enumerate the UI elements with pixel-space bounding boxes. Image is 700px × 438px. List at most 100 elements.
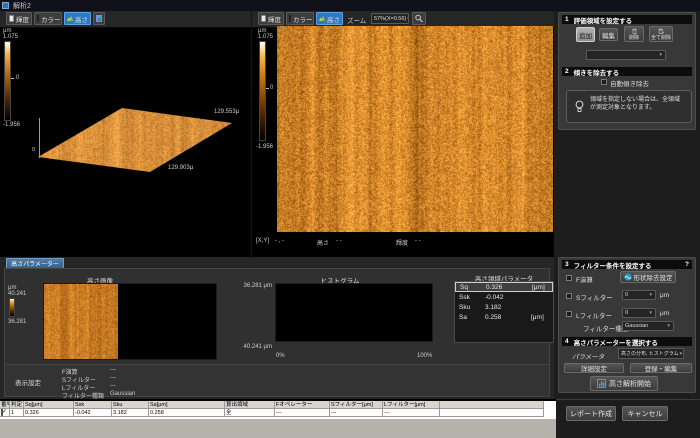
results-header-row: 番号 判定 Sq[μm] Ssk Sku Sa[μm] 算出領域 Fオペレーター… xyxy=(0,401,556,409)
title-bar: 解析2 xyxy=(0,0,700,11)
colorbar2d-mid: 0 xyxy=(270,85,273,91)
step1-header: 1 評価領域を設定する xyxy=(562,15,692,24)
dropdown-caret-icon xyxy=(649,310,653,316)
create-report-button[interactable]: レポート作成 xyxy=(566,406,616,421)
brightness-icon xyxy=(261,15,266,22)
color-icon xyxy=(37,15,39,22)
param-row-sku[interactable]: Sku 3.182 xyxy=(455,302,553,312)
thumb-colorbar-max: 40.241 xyxy=(8,291,26,297)
row-checkbox[interactable] xyxy=(1,409,3,417)
region-edit-button[interactable]: 編集 xyxy=(599,28,618,41)
zoom-select[interactable]: 57%(X=0.56) xyxy=(371,13,409,24)
results-data-row[interactable]: 1 0.326 -0.042 3.182 0.258 全 --- --- --- xyxy=(0,409,556,417)
f-calc-checkbox[interactable] xyxy=(566,275,572,281)
height-mode-button[interactable]: 高さ xyxy=(64,12,91,25)
step3-header: 3 フィルター条件を設定する ? xyxy=(562,260,692,269)
colorbar2d-mid-tick xyxy=(266,88,269,89)
ds-row-s: Sフィルター --- xyxy=(62,375,135,383)
detail-settings-button[interactable]: 詳細設定 xyxy=(564,363,624,373)
color-mode-button-2d[interactable]: カラー xyxy=(286,12,314,25)
dropdown-caret-icon xyxy=(406,16,409,22)
xy-value: - , - xyxy=(275,238,284,244)
height-image-canvas xyxy=(43,283,217,360)
param-label: パラメータ xyxy=(572,351,604,361)
height-mode-button-2d[interactable]: 高さ xyxy=(316,12,343,25)
help-button[interactable]: ? xyxy=(685,261,689,268)
param-row-sq[interactable]: Sq 0.326 [μm] xyxy=(455,282,553,292)
status-brightness-value: - - xyxy=(415,238,421,244)
ds-row-l: Lフィルター --- xyxy=(62,383,135,391)
param-row-sa[interactable]: Sa 0.258 [μm] xyxy=(455,312,553,322)
hint-text: 領域を指定しない場合は、全領域が測定対象となります。 xyxy=(590,96,685,112)
region-select[interactable] xyxy=(586,50,666,60)
colorbar2d-max: 1.075 xyxy=(258,34,273,40)
hint-box: 領域を指定しない場合は、全領域が測定対象となります。 xyxy=(566,90,692,123)
s-filter-checkbox[interactable] xyxy=(566,293,572,299)
param-select[interactable]: 高さの分布, ヒストグラム xyxy=(618,348,684,359)
dropdown-caret-icon xyxy=(679,351,683,357)
step4-header: 4 高さパラメーターを選択する xyxy=(562,337,692,346)
l-filter-select[interactable]: 0 xyxy=(622,308,656,318)
histogram-plot xyxy=(275,283,433,342)
l-filter-unit: μm xyxy=(660,310,669,317)
colorbar2d-min: -1.956 xyxy=(256,144,273,150)
display-settings-box: 表示設定 F演算 --- Sフィルター --- Lフィルター --- フィルター… xyxy=(5,364,549,396)
magnifier-button[interactable] xyxy=(412,12,426,25)
region-delete-button[interactable]: 削除 xyxy=(624,26,644,42)
axis-depth-label: 129.553μ xyxy=(214,109,239,115)
colorbar3d-mid-tick xyxy=(11,78,14,79)
lightbulb-icon xyxy=(575,100,584,113)
shape-removal-button[interactable]: 形状除去設定 xyxy=(620,271,676,283)
start-height-analysis-button[interactable]: 高さ解析開始 xyxy=(590,376,658,391)
auto-tilt-checkbox[interactable] xyxy=(601,79,607,85)
brightness-mode-button[interactable]: 輝度 xyxy=(6,12,32,25)
height-histogram-icon xyxy=(67,15,73,22)
region-params-table: Sq 0.326 [μm] Ssk -0.042 Sku 3.182 Sa 0.… xyxy=(454,281,554,343)
divider xyxy=(556,399,700,400)
auto-tilt-label: 自動傾き除去 xyxy=(610,78,649,88)
status-brightness-label: 輝度 xyxy=(396,238,408,247)
zoom-label: ズーム xyxy=(347,15,366,25)
tab-height-parameters[interactable]: 高さパラメーター xyxy=(6,258,64,268)
colorbar3d-max: 1.075 xyxy=(3,34,18,40)
l-filter-checkbox[interactable] xyxy=(566,311,572,317)
s-filter-select[interactable]: 0 xyxy=(622,290,656,300)
analysis-window: 解析2 輝度 カラー 高さ μm 1.075 0 -1.956 0 129.55… xyxy=(0,0,700,438)
l-filter-label: Lフィルター xyxy=(576,310,612,320)
height-histogram-icon xyxy=(319,15,325,22)
status-height-label: 高さ xyxy=(317,238,329,247)
histogram-x0: 0% xyxy=(276,353,285,359)
region-delete-all-button[interactable]: 全て削除 xyxy=(649,26,673,42)
3d-display-button[interactable] xyxy=(93,12,105,25)
s-filter-label: Sフィルター xyxy=(576,292,613,302)
colorbar-3d xyxy=(4,41,11,121)
shape-removal-icon xyxy=(624,273,632,281)
cancel-button[interactable]: キャンセル xyxy=(622,406,668,421)
ds-row-f: F演算 --- xyxy=(62,367,135,375)
histogram-ymin: 40.241 μm xyxy=(240,344,272,350)
analysis-chart-icon xyxy=(597,379,606,388)
param-row-ssk[interactable]: Ssk -0.042 xyxy=(455,292,553,302)
axis-width-label: 129.903μ xyxy=(168,165,193,171)
register-edit-button[interactable]: 登録・編集 xyxy=(630,363,692,373)
dropdown-caret-icon xyxy=(667,323,671,329)
window-title: 解析2 xyxy=(13,1,31,11)
height-map-2d[interactable] xyxy=(277,26,553,234)
status-height-value: - - xyxy=(336,238,342,244)
magnifier-icon xyxy=(415,14,423,23)
dropdown-caret-icon xyxy=(659,52,663,58)
display-settings-label: 表示設定 xyxy=(15,377,41,387)
filter-type-select[interactable]: Gaussian xyxy=(622,321,674,331)
brightness-mode-button-2d[interactable]: 輝度 xyxy=(258,12,284,25)
ds-row-type: フィルター種類 Gaussian xyxy=(62,391,135,399)
f-calc-label: F演算 xyxy=(576,274,593,284)
bottom-strip xyxy=(0,419,556,438)
histogram-x100: 100% xyxy=(417,353,432,359)
region-add-button[interactable]: 追加 xyxy=(576,27,595,42)
thumb-colorbar xyxy=(9,298,15,317)
s-filter-unit: μm xyxy=(660,292,669,299)
brightness-icon xyxy=(9,15,14,22)
color-mode-button[interactable]: カラー xyxy=(34,12,62,25)
colorbar3d-min: -1.956 xyxy=(3,122,20,128)
3d-cube-icon xyxy=(96,15,102,22)
